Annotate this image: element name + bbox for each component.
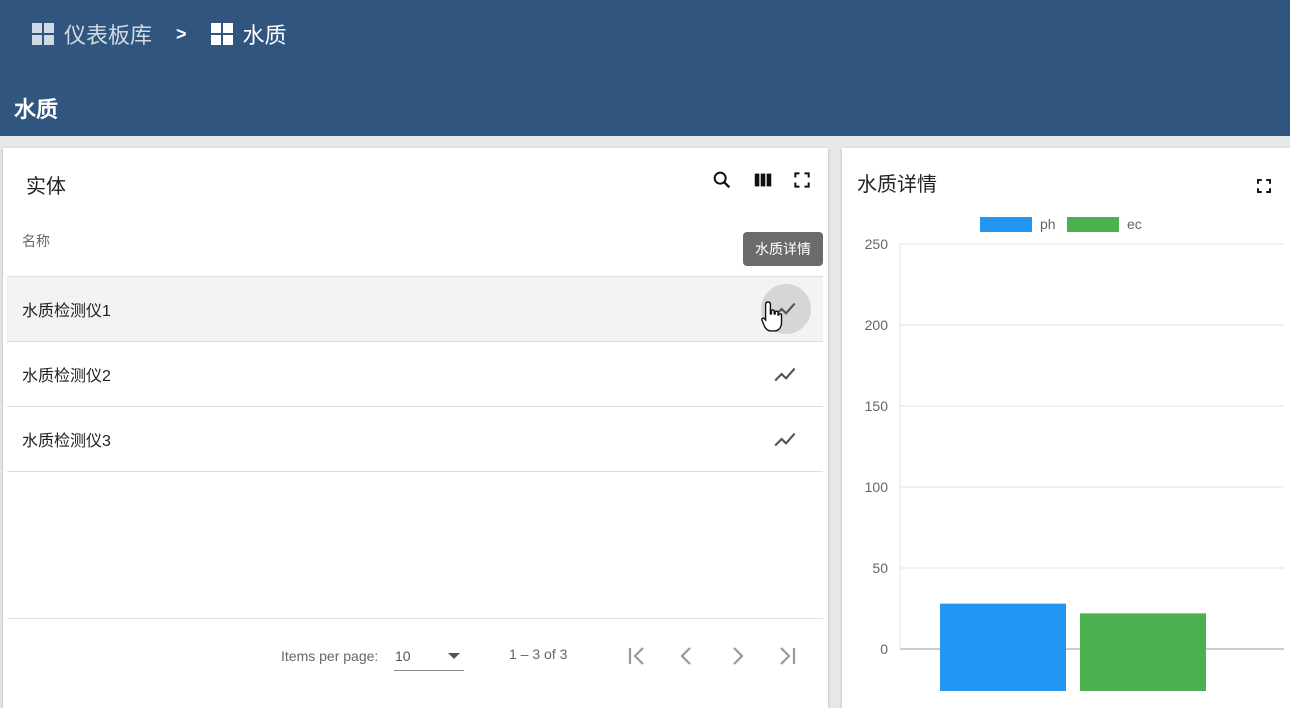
paginator-divider xyxy=(7,618,823,619)
dashboard-icon xyxy=(32,23,54,45)
dashboard-icon xyxy=(210,23,233,45)
timeline-icon xyxy=(774,432,796,447)
table-row[interactable]: 水质检测仪2 xyxy=(7,342,823,407)
columns-icon[interactable] xyxy=(751,168,775,192)
breadcrumb-separator: > xyxy=(176,23,187,44)
bar-chart: 0 50 100 150 200 250 xyxy=(865,236,1284,691)
last-page-icon xyxy=(780,647,796,665)
bar-ph xyxy=(940,603,1066,691)
breadcrumb-label: 水质 xyxy=(242,23,287,48)
dropdown-arrow-icon xyxy=(448,653,460,659)
breadcrumb-item-current: 水质 xyxy=(210,18,287,50)
fullscreen-icon[interactable] xyxy=(790,168,814,192)
breadcrumb-label: 仪表板库 xyxy=(64,23,153,48)
chevron-left-icon xyxy=(680,647,691,665)
first-page-button[interactable] xyxy=(625,642,649,670)
items-per-page-select[interactable]: 10 xyxy=(394,641,464,671)
timeline-button[interactable] xyxy=(761,349,811,399)
timeline-button[interactable] xyxy=(761,414,811,464)
column-header-name[interactable]: 名称 xyxy=(22,231,50,251)
table-row[interactable]: 水质检测仪3 xyxy=(7,407,823,472)
entity-name: 水质检测仪3 xyxy=(22,433,111,450)
y-tick-label: 200 xyxy=(865,317,889,333)
timeline-icon xyxy=(774,367,796,382)
bar-ec xyxy=(1080,613,1206,691)
first-page-icon xyxy=(628,647,644,665)
entity-name: 水质检测仪2 xyxy=(22,368,111,385)
table-row[interactable]: 水质检测仪1 xyxy=(7,277,823,342)
items-per-page-label: Items per page: xyxy=(281,648,379,664)
breadcrumb-item-dashboards[interactable]: 仪表板库 xyxy=(32,18,152,50)
tooltip: 水质详情 xyxy=(743,232,823,266)
y-tick-label: 250 xyxy=(865,236,889,252)
page-range-label: 1 – 3 of 3 xyxy=(509,646,568,662)
y-tick-label: 50 xyxy=(872,560,888,576)
last-page-button[interactable] xyxy=(775,642,799,670)
items-per-page-value: 10 xyxy=(395,648,411,664)
chart-widget: 水质详情 ph ec 0 50 100 150 200 250 xyxy=(842,148,1290,708)
chevron-right-icon xyxy=(733,647,744,665)
entities-widget: 实体 名称 水质详情 水质检测仪1 水质检测仪2 水质检测仪3 Items pe… xyxy=(3,148,828,708)
entity-name: 水质检测仪1 xyxy=(22,303,111,320)
y-tick-label: 0 xyxy=(880,641,888,657)
page-title: 水质 xyxy=(14,97,59,122)
next-page-button[interactable] xyxy=(725,642,749,670)
y-tick-label: 100 xyxy=(865,479,889,495)
hand-cursor-icon xyxy=(760,300,786,339)
previous-page-button[interactable] xyxy=(675,642,699,670)
widget-title: 实体 xyxy=(26,176,66,198)
breadcrumb: 仪表板库 > 水质 xyxy=(32,20,287,48)
y-tick-label: 150 xyxy=(865,398,889,414)
top-header: 仪表板库 > 水质 水质 xyxy=(0,0,1290,136)
search-icon[interactable] xyxy=(710,168,734,192)
